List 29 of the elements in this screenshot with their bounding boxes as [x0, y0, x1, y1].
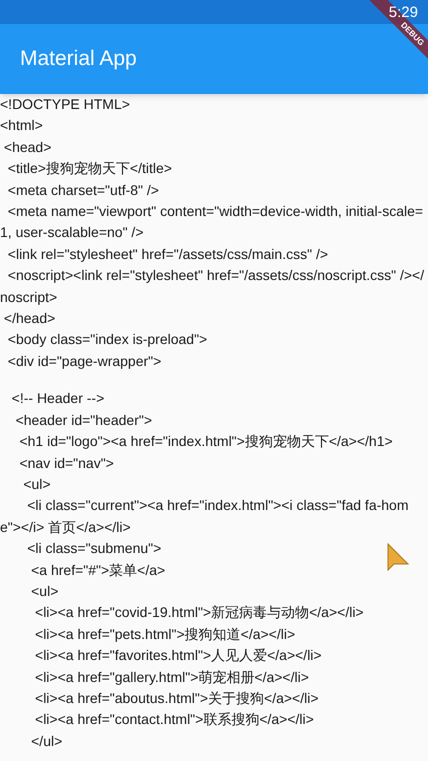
- source-line: <li><a href="gallery.html">萌宠相册</a></li>: [34, 668, 309, 687]
- source-line: <noscript><link rel="stylesheet" href="/assets/css/noscript.css" /></noscript>: [0, 266, 426, 307]
- source-line: </ul>: [30, 732, 62, 751]
- source-line: <li><a href="favorites.html">人见人爱</a></li>: [34, 646, 322, 666]
- source-line: <a href="#">菜单</a>: [30, 560, 166, 580]
- source-line: <header id="header">: [14, 410, 152, 430]
- source-line: <title>搜狗宠物天下</title>: [6, 159, 172, 178]
- source-line: <li><a href="contact.html">联系搜狗</a></li>: [34, 710, 314, 730]
- source-line: <li><a href="covid-19.html">新冠病毒与动物</a></li>: [34, 603, 364, 622]
- source-line: <!-- Header -->: [10, 389, 104, 408]
- source-line: <meta charset="utf-8" />: [6, 180, 159, 200]
- source-line: <li class="submenu">: [26, 539, 162, 558]
- source-line: <ul>: [22, 474, 51, 494]
- source-line: <link rel="stylesheet" href="/assets/css/main.css" />: [6, 244, 328, 264]
- source-line: <!DOCTYPE HTML>: [0, 95, 130, 114]
- source-line: <html>: [0, 116, 43, 136]
- source-line: </head>: [2, 309, 56, 328]
- source-line: <meta name="viewport" content="width=device-width, initial-scale=1, user-scalable=no" />: [0, 202, 424, 242]
- source-line: <li><a href="pets.html">搜狗知道</a></li>: [34, 624, 296, 644]
- source-line: <ul>: [30, 582, 58, 601]
- source-line: <body class="index is-preload">: [6, 330, 208, 350]
- source-line: <div id="page-wrapper">: [6, 352, 162, 371]
- pointer-icon: [386, 542, 410, 572]
- source-line: <li class="current"><a href="index.html"><i class="fad fa-home"></i> 首页</a></li>: [0, 496, 410, 537]
- source-line: <li><a href="aboutus.html">关于搜狗</a></li>: [34, 688, 319, 708]
- source-line: <head>: [2, 138, 52, 157]
- app-title: Material App: [20, 46, 137, 72]
- source-line: <nav id="nav">: [18, 454, 114, 472]
- source-line: <h1 id="logo"><a href="index.html">搜狗宠物天下</a></h1>: [18, 432, 393, 452]
